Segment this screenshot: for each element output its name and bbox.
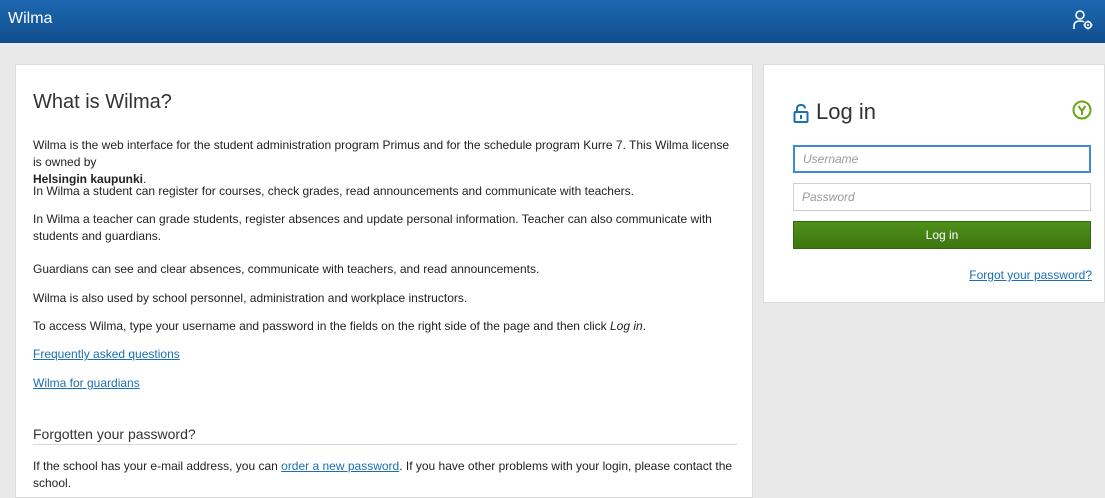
login-button[interactable]: Log in — [793, 221, 1091, 249]
forgot-heading: Forgotten your password? — [33, 426, 196, 442]
lock-icon — [793, 103, 809, 123]
intro-paragraph: Wilma is the web interface for the stude… — [33, 137, 733, 188]
username-input[interactable] — [793, 145, 1091, 173]
student-paragraph: In Wilma a student can register for cour… — [33, 184, 634, 198]
access-text: To access Wilma, type your username and … — [33, 319, 610, 333]
info-panel: What is Wilma? Wilma is the web interfac… — [15, 64, 753, 498]
section-divider — [33, 444, 737, 445]
intro-text: Wilma is the web interface for the stude… — [33, 138, 730, 169]
order-password-link[interactable]: order a new password — [281, 459, 399, 473]
faq-paragraph: Frequently asked questions — [33, 346, 733, 363]
forgot-password-link[interactable]: Forgot your password? — [969, 268, 1092, 282]
access-suffix: . — [642, 319, 647, 333]
top-bar: Wilma — [0, 0, 1105, 43]
page-title: What is Wilma? — [33, 91, 172, 113]
access-emphasis: Log in — [609, 319, 643, 333]
visma-logo-icon — [1072, 100, 1092, 120]
login-panel: Log in Log in Forgot your password? — [763, 64, 1105, 303]
password-input[interactable] — [793, 183, 1091, 211]
guardians-link[interactable]: Wilma for guardians — [33, 376, 140, 390]
access-paragraph: To access Wilma, type your username and … — [33, 318, 733, 335]
forgot-text: If the school has your e-mail address, y… — [33, 459, 282, 473]
faq-link[interactable]: Frequently asked questions — [33, 347, 180, 361]
guardian-paragraph: Guardians can see and clear absences, co… — [33, 262, 540, 276]
user-settings-icon[interactable] — [1071, 8, 1095, 32]
forgot-paragraph: If the school has your e-mail address, y… — [33, 458, 733, 492]
app-title: Wilma — [8, 10, 53, 27]
personnel-paragraph: Wilma is also used by school personnel, … — [33, 291, 468, 305]
login-title: Log in — [816, 99, 876, 124]
teacher-paragraph: In Wilma a teacher can grade students, r… — [33, 212, 712, 243]
guardians-paragraph: Wilma for guardians — [33, 375, 733, 392]
